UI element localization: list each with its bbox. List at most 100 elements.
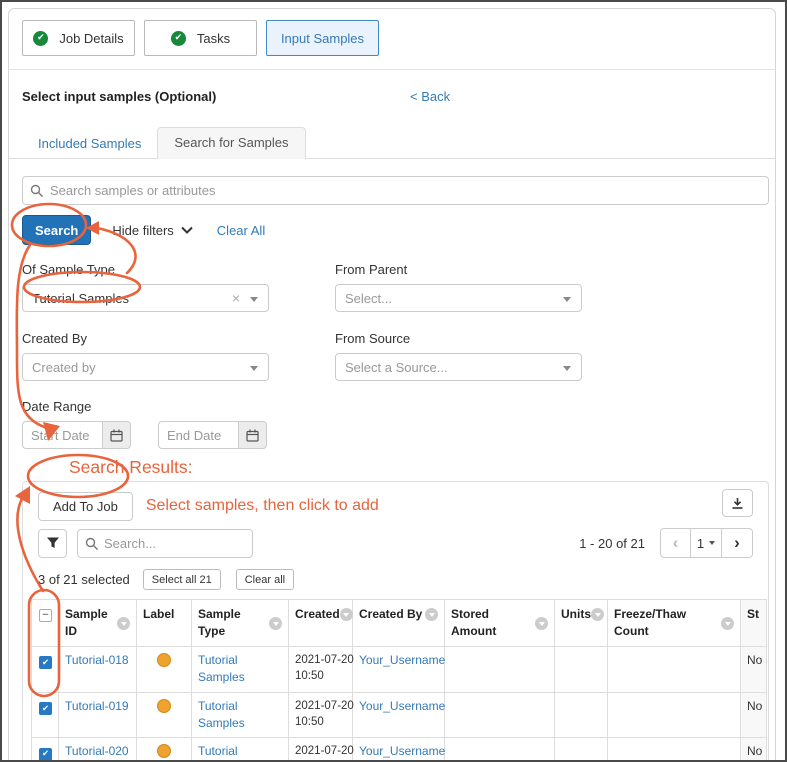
add-to-job-button[interactable]: Add To Job [38,492,133,521]
end-date-calendar-button[interactable] [238,421,267,449]
sort-icon[interactable] [117,617,130,630]
prev-page-button[interactable]: ‹ [660,528,691,558]
table-row: Tutorial-019 Tutorial Samples 2021-07-20… [32,692,767,738]
step-tasks[interactable]: Tasks [144,20,257,56]
created-by-link[interactable]: Your_Username [359,744,445,758]
selection-summary: 3 of 21 selected [38,572,130,587]
row-checkbox[interactable] [39,748,52,761]
col-units: Units [561,606,591,623]
sample-id-link[interactable]: Tutorial-019 [65,699,129,713]
end-date-input[interactable] [158,421,238,449]
caret-down-icon [250,297,258,302]
pagination-range: 1 - 20 of 21 [579,536,645,551]
table-search-input[interactable] [77,529,253,558]
table-header-row: Sample ID Label Sample Type Created Crea… [32,600,767,647]
sample-type-label: Of Sample Type [22,262,269,277]
chevron-down-icon [181,226,193,234]
back-link[interactable]: < Back [410,89,450,104]
col-sample-type: Sample Type [198,606,269,641]
from-parent-select[interactable]: Select... [335,284,582,312]
created-by-link[interactable]: Your_Username [359,699,445,713]
sort-icon[interactable] [425,608,438,621]
start-date-calendar-button[interactable] [102,421,131,449]
table-row: Tutorial-018 Tutorial Samples 2021-07-20… [32,646,767,692]
table-filter-button[interactable] [38,529,67,558]
divider [9,69,775,70]
sort-icon[interactable] [721,617,734,630]
created-by-link[interactable]: Your_Username [359,653,445,667]
sort-icon[interactable] [591,608,604,621]
step-label: Input Samples [281,31,364,46]
select-all-checkbox[interactable] [39,609,52,622]
created-by-label: Created By [22,331,269,346]
filter-funnel-icon [46,537,60,549]
sample-tabs: Included Samples Search for Samples [9,128,775,159]
from-source-label: From Source [335,331,582,346]
table-row: Tutorial-020 Tutorial Samples 2021-07-20… [32,738,767,762]
clear-all-filters-link[interactable]: Clear All [217,223,265,238]
job-wizard-panel: Job Details Tasks Input Samples Select i… [8,8,776,762]
search-icon [30,184,44,198]
col-storage: St [747,607,759,621]
search-results-annotation: Search Results: [22,457,769,478]
check-circle-icon [171,31,186,46]
download-icon [731,497,744,510]
storage-cell: No [741,738,767,762]
wizard-steps: Job Details Tasks Input Samples [22,20,769,56]
start-date-input[interactable] [22,421,102,449]
sort-icon[interactable] [535,617,548,630]
tab-included-samples[interactable]: Included Samples [22,129,157,158]
app-window: Job Details Tasks Input Samples Select i… [0,0,787,762]
from-parent-label: From Parent [335,262,582,277]
select-all-button[interactable]: Select all 21 [143,569,221,590]
sample-type-link[interactable]: Tutorial Samples [198,699,245,730]
search-icon [85,537,99,551]
results-table: Sample ID Label Sample Type Created Crea… [31,599,767,762]
storage-cell: No [741,692,767,738]
attribute-search-input[interactable] [22,176,769,205]
search-button[interactable]: Search [22,215,91,245]
add-hint-annotation: Select samples, then click to add [146,497,379,515]
caret-down-icon [563,297,571,302]
col-stored-amount: Stored Amount [451,606,535,641]
page-title: Select input samples (Optional) [22,89,216,104]
sample-id-link[interactable]: Tutorial-018 [65,653,129,667]
calendar-icon [110,429,123,442]
pagination: ‹ 1 › [660,528,753,558]
step-job-details[interactable]: Job Details [22,20,135,56]
label-dot-icon [157,653,171,667]
check-circle-icon [33,31,48,46]
storage-cell: No [741,646,767,692]
date-range-label: Date Range [22,399,769,414]
from-source-select[interactable]: Select a Source... [335,353,582,381]
created-by-select[interactable]: Created by [22,353,269,381]
sample-type-select[interactable]: Tutorial Samples × [22,284,269,312]
caret-down-icon [563,366,571,371]
col-created: Created [295,606,340,623]
caret-down-icon [709,541,715,545]
clear-x-icon[interactable]: × [232,290,240,306]
label-dot-icon [157,699,171,713]
col-created-by: Created By [359,606,422,623]
sample-type-link[interactable]: Tutorial Samples [198,653,245,684]
label-dot-icon [157,744,171,758]
calendar-icon [246,429,259,442]
clear-selection-button[interactable]: Clear all [236,569,294,590]
col-label: Label [143,607,174,621]
next-page-button[interactable]: › [722,528,753,558]
step-label: Tasks [197,31,230,46]
page-select-button[interactable]: 1 [691,528,722,558]
download-button[interactable] [722,489,753,517]
tab-search-for-samples[interactable]: Search for Samples [157,127,305,159]
col-freeze-thaw: Freeze/Thaw Count [614,606,721,641]
row-checkbox[interactable] [39,702,52,715]
hide-filters-toggle[interactable]: Hide filters [112,223,192,238]
caret-down-icon [250,366,258,371]
col-sample-id: Sample ID [65,606,117,641]
row-checkbox[interactable] [39,656,52,669]
sample-type-link[interactable]: Tutorial Samples [198,744,245,762]
sample-id-link[interactable]: Tutorial-020 [65,744,129,758]
sort-icon[interactable] [269,617,282,630]
step-input-samples[interactable]: Input Samples [266,20,379,56]
sort-icon[interactable] [340,608,353,621]
